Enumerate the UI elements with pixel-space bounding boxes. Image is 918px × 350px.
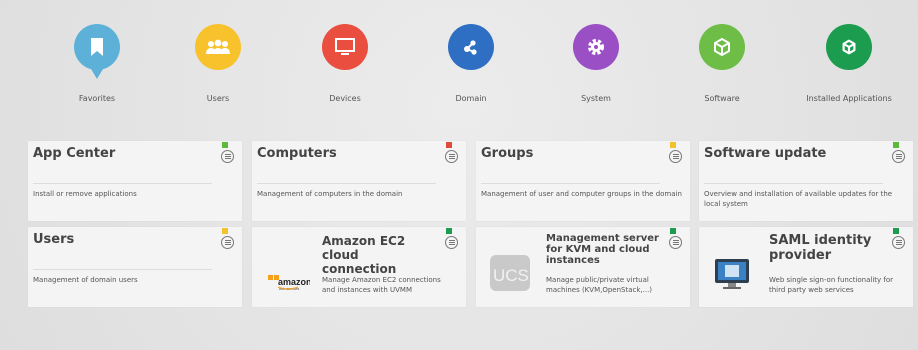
category-devices[interactable]: Devices [290,24,400,103]
menu-icon[interactable] [445,150,458,163]
ucs-logo-icon: UCS [488,249,534,295]
category-label: Installed Applications [806,94,892,103]
tile-users[interactable]: Users Management of domain users [28,227,242,307]
monitor-icon [711,249,757,295]
tile-amazon-ec2[interactable]: amazon web services Amazon EC2 cloud con… [252,227,466,307]
category-installed-applications[interactable]: Installed Applications [794,24,904,103]
category-system[interactable]: System [541,24,651,103]
category-users[interactable]: Users [163,24,273,103]
tile-description: Overview and installation of available u… [704,190,893,208]
tile-description: Management of domain users [33,276,138,284]
category-label: Software [704,94,740,103]
divider [481,183,660,184]
tile-title: Users [33,232,75,247]
category-software[interactable]: Software [667,24,777,103]
category-label: Users [206,94,230,103]
tile-title: Software update [704,146,827,161]
tile-description: Manage public/private virtual machines (… [546,276,653,294]
category-favorites[interactable]: Favorites [42,24,152,103]
favorite-flag [893,228,899,234]
menu-icon[interactable] [669,150,682,163]
svg-text:UCS: UCS [493,266,529,285]
divider [33,269,212,270]
divider [33,183,212,184]
tile-title: App Center [33,146,116,161]
domain-network-icon [448,24,494,70]
favorite-flag [670,142,676,148]
users-icon [195,24,241,70]
favorite-flag [670,228,676,234]
svg-text:amazon: amazon [278,277,310,287]
tile-software-update[interactable]: Software update Overview and installatio… [699,141,913,221]
divider [704,183,883,184]
menu-icon[interactable] [445,236,458,249]
amazon-logo-icon: amazon web services [264,249,312,295]
menu-icon[interactable] [892,236,905,249]
category-label: System [581,94,611,103]
category-label: Favorites [78,94,116,103]
tile-title: SAML identity provider [769,233,872,263]
pin-tail [91,69,103,79]
tile-uvmm[interactable]: UCS Management server for KVM and cloud … [476,227,690,307]
tile-title: Computers [257,146,337,161]
box-cube-icon [826,24,872,70]
menu-icon[interactable] [669,236,682,249]
tile-title: Groups [481,146,534,161]
favorite-flag [222,228,228,234]
category-label: Domain [455,94,487,103]
favorite-flag [893,142,899,148]
category-label: Devices [329,94,361,103]
divider [257,183,436,184]
tile-description: Management of computers in the domain [257,190,403,198]
bookmark-icon [74,24,120,79]
category-domain[interactable]: Domain [416,24,526,103]
monitor-icon [322,24,368,70]
tile-description: Install or remove applications [33,190,137,198]
menu-icon[interactable] [221,150,234,163]
tile-description: Web single sign-on functionality for thi… [769,276,894,294]
box-icon [699,24,745,70]
tile-description: Management of user and computer groups i… [481,190,682,198]
favorite-flag [446,228,452,234]
favorite-flag [446,142,452,148]
tile-description: Manage Amazon EC2 connections and instan… [322,276,441,294]
menu-icon[interactable] [221,236,234,249]
tile-computers[interactable]: Computers Management of computers in the… [252,141,466,221]
tile-title: Management server for KVM and cloud inst… [546,233,659,266]
tile-app-center[interactable]: App Center Install or remove application… [28,141,242,221]
tile-title: Amazon EC2 cloud connection [322,234,406,276]
tile-groups[interactable]: Groups Management of user and computer g… [476,141,690,221]
tile-saml[interactable]: SAML identity provider Web single sign-o… [699,227,913,307]
menu-icon[interactable] [892,150,905,163]
gear-icon [573,24,619,70]
favorite-flag [222,142,228,148]
